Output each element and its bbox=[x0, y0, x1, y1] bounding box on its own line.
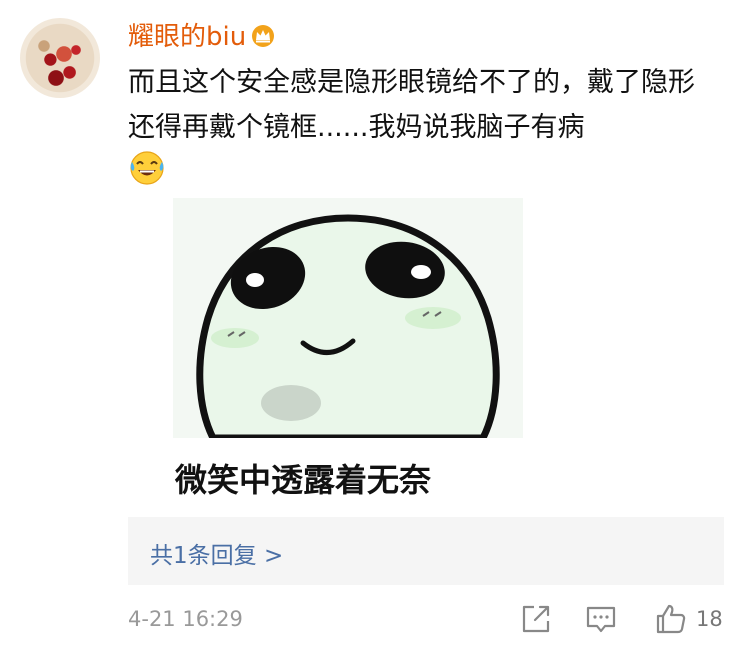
comment-text: 而且这个安全感是隐形眼镜给不了的，戴了隐形还得再戴个镜框......我妈说我脑子… bbox=[128, 67, 695, 143]
username[interactable]: 耀眼的biu bbox=[128, 22, 246, 52]
like-count: 18 bbox=[696, 607, 723, 631]
share-icon[interactable] bbox=[520, 603, 552, 635]
like-thumb-icon[interactable] bbox=[655, 603, 687, 635]
crown-icon bbox=[252, 25, 275, 47]
laugh-cry-icon bbox=[130, 151, 164, 185]
username-line: 耀眼的biu bbox=[128, 20, 276, 54]
meme-caption: 微笑中透露着无奈 bbox=[175, 461, 432, 499]
view-replies-link[interactable]: 共1条回复 > bbox=[150, 536, 283, 570]
avatar[interactable] bbox=[20, 18, 100, 98]
replies-box[interactable]: 共1条回复 > bbox=[128, 517, 724, 585]
timestamp: 4-21 16:29 bbox=[128, 607, 243, 631]
meme-image[interactable] bbox=[173, 198, 523, 438]
comment-icon[interactable] bbox=[585, 603, 617, 635]
